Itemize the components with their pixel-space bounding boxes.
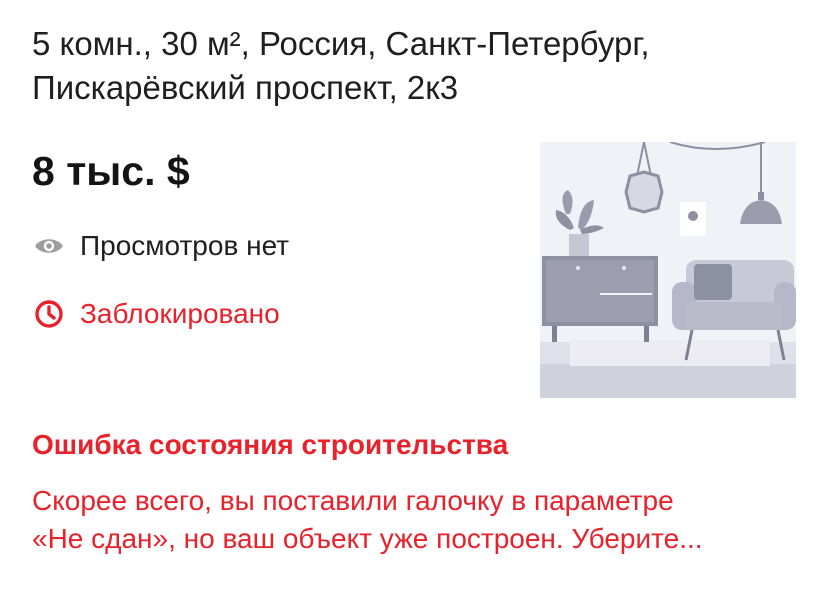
- error-title: Ошибка состояния строительства: [32, 429, 509, 460]
- listing-price: 8 тыс. $: [32, 148, 190, 194]
- listing-thumbnail[interactable]: [540, 142, 796, 398]
- status-row: Заблокировано: [32, 297, 280, 331]
- views-text: Просмотров нет: [80, 230, 290, 261]
- error-description: Скорее всего, вы поставили галочку в пар…: [32, 485, 703, 554]
- room-interior-placeholder-icon: [540, 142, 796, 398]
- listing-title: 5 комн., 30 м², Россия, Санкт-Петербург,…: [32, 25, 650, 106]
- clock-icon: [32, 297, 66, 331]
- views-row: Просмотров нет: [32, 229, 289, 263]
- status-text: Заблокировано: [80, 298, 280, 329]
- eye-icon: [32, 229, 66, 263]
